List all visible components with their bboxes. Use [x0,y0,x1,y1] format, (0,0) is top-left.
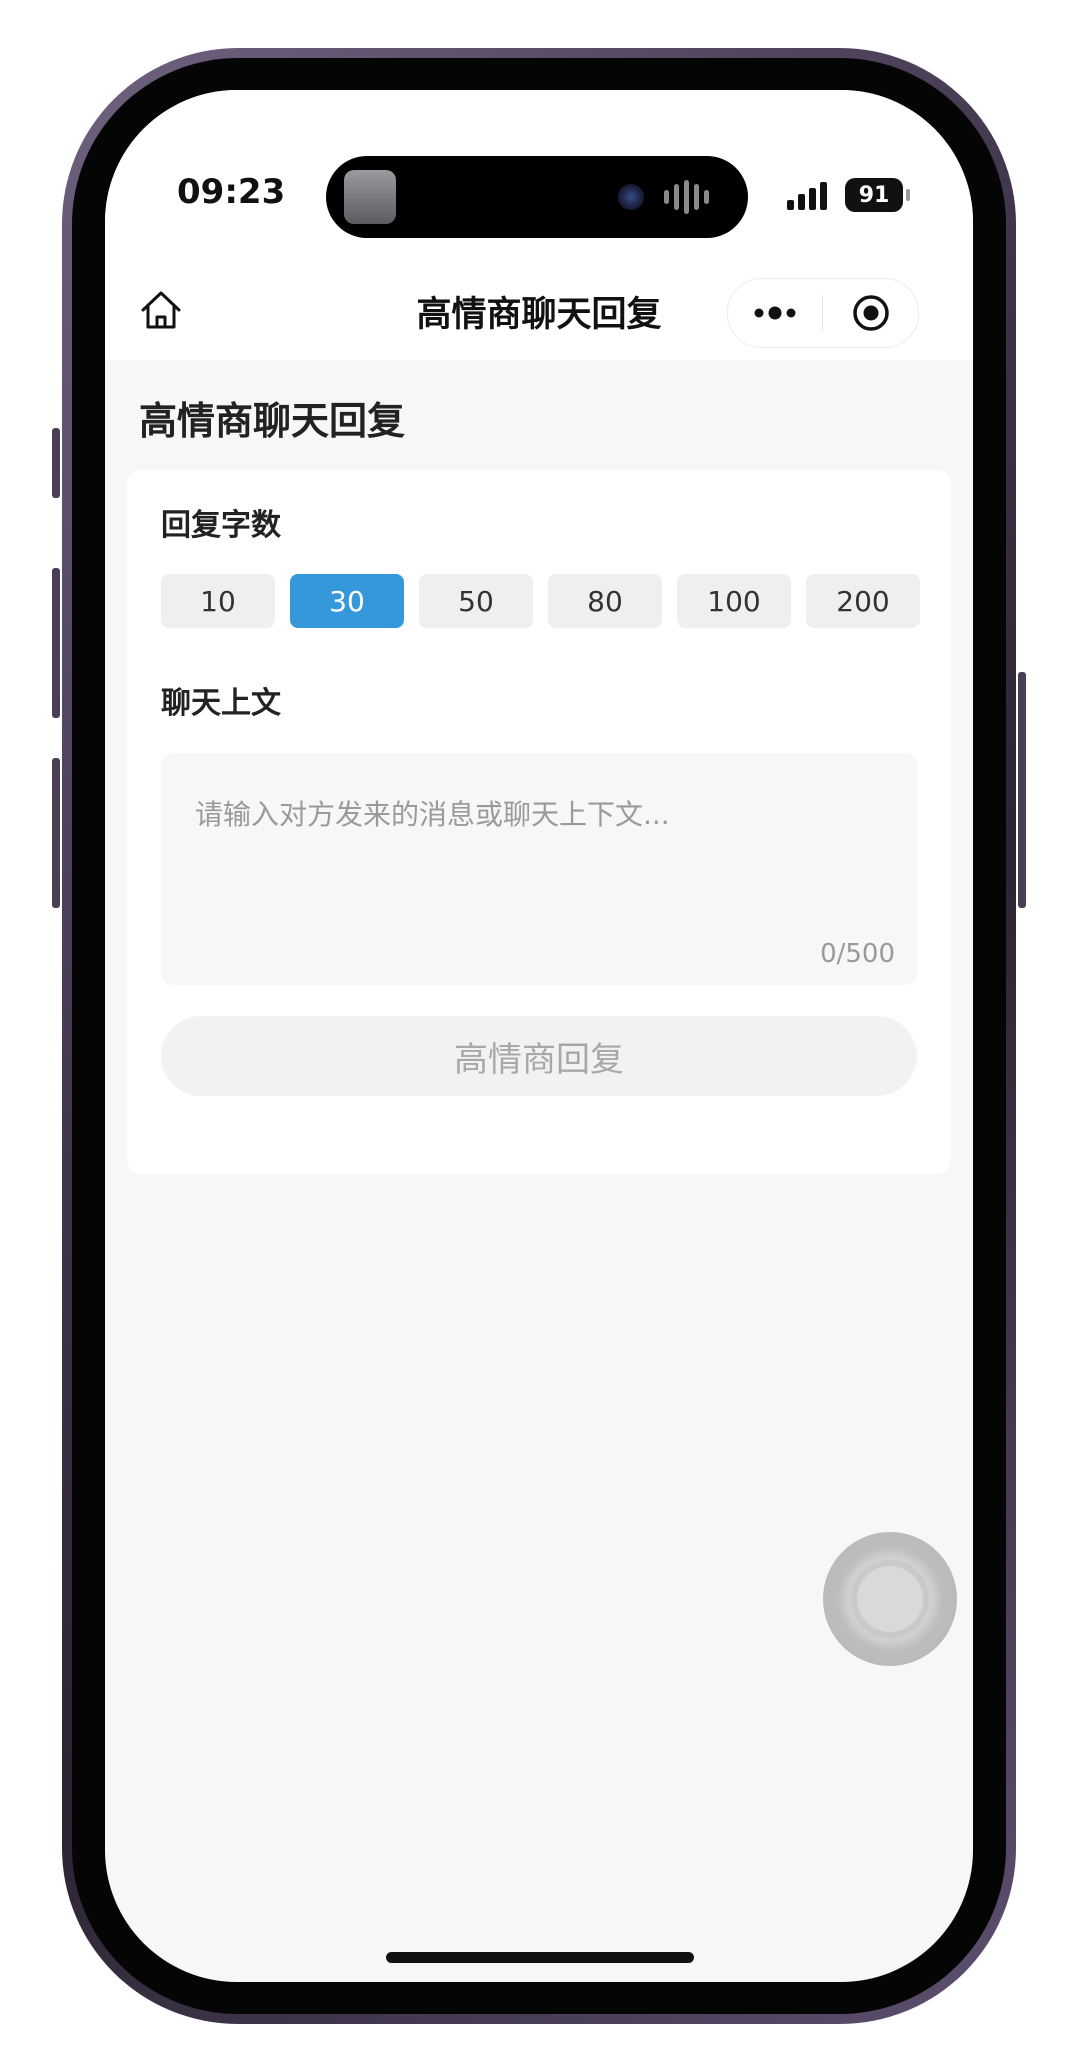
cellular-signal-icon [787,182,827,210]
dynamic-island [326,156,748,238]
more-button[interactable] [728,279,822,347]
navigation-bar: 高情商聊天回复 [105,260,973,360]
generate-reply-button[interactable]: 高情商回复 [161,1016,917,1096]
chat-context-label: 聊天上文 [161,686,281,721]
word-count-option-80[interactable]: 80 [548,574,662,628]
audio-wave-icon [664,178,714,216]
word-count-option-30[interactable]: 30 [290,574,404,628]
status-time: 09:23 [177,172,286,212]
chat-context-placeholder: 请输入对方发来的消息或聊天上下文... [195,798,670,831]
word-count-option-200[interactable]: 200 [806,574,920,628]
status-bar: 09:23 91 [105,90,973,260]
screen: 09:23 91 高情商聊天回复 高情商聊天回复 回复字数 10 30 50 8… [105,90,973,1982]
camera-icon [618,184,644,210]
phone-frame: 09:23 91 高情商聊天回复 高情商聊天回复 回复字数 10 30 50 8… [52,48,1026,2024]
word-count-options: 10 30 50 80 100 200 [161,574,920,628]
chat-context-textarea[interactable]: 请输入对方发来的消息或聊天上下文... 0/500 [161,753,917,985]
target-circle-icon [852,295,889,331]
mini-program-capsule [727,278,919,348]
power-button [1018,672,1026,908]
battery-tip [906,189,910,201]
close-mini-program-button[interactable] [823,279,918,347]
floating-assistive-button[interactable] [823,1532,957,1666]
home-indicator[interactable] [386,1952,694,1963]
word-count-option-100[interactable]: 100 [677,574,791,628]
floating-button-core [857,1566,923,1632]
word-count-label: 回复字数 [161,508,281,543]
page-title: 高情商聊天回复 [139,399,406,443]
volume-down-button [52,758,60,908]
word-count-option-10[interactable]: 10 [161,574,275,628]
char-counter: 0/500 [820,939,895,969]
battery-indicator: 91 [845,178,903,212]
now-playing-thumbnail [344,170,396,224]
more-dots-icon [754,306,796,320]
word-count-option-50[interactable]: 50 [419,574,533,628]
reply-form-card: 回复字数 10 30 50 80 100 200 聊天上文 请输入对方发来的消息… [127,470,951,1174]
action-button [52,428,60,498]
volume-up-button [52,568,60,718]
